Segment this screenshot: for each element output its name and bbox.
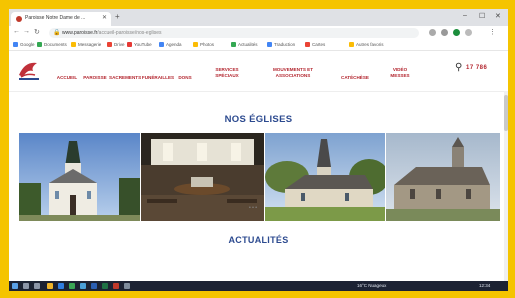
bookmark-item[interactable]: Documents — [37, 42, 67, 48]
bookmark-favicon-icon — [13, 42, 18, 48]
nav-item[interactable]: VIDÉO MESSES — [381, 67, 419, 78]
nav-item[interactable]: PAROISSE — [81, 75, 109, 81]
church-interior-photo[interactable] — [141, 133, 264, 221]
app-icon[interactable] — [113, 283, 119, 289]
bookmark-item[interactable]: Agenda — [159, 42, 182, 48]
bookmark-label: Agenda — [166, 42, 182, 47]
profile-avatar[interactable] — [453, 29, 460, 36]
extension-icon[interactable] — [465, 29, 472, 36]
extension-icon[interactable] — [429, 29, 436, 36]
maximize-icon[interactable]: ☐ — [479, 12, 485, 20]
bookmark-favicon-icon — [349, 42, 354, 48]
bookmark-favicon-icon — [193, 42, 198, 48]
windows-start-icon[interactable] — [12, 283, 18, 289]
bookmark-label: Autres favoris — [356, 42, 384, 47]
nav-item[interactable]: DONS — [175, 75, 195, 81]
bookmark-label: YouTube — [134, 42, 152, 47]
bookmark-item[interactable]: Messagerie — [71, 42, 102, 48]
bookmark-item[interactable]: YouTube — [127, 42, 152, 48]
nav-item[interactable]: CATÉCHÈSE — [337, 75, 373, 81]
tab-close-icon[interactable]: ✕ — [102, 14, 107, 21]
chrome-icon[interactable] — [69, 283, 75, 289]
taskbar: 16°C Nuageux 12:34 — [9, 281, 508, 291]
church-photo[interactable] — [19, 133, 140, 221]
bookmark-favicon-icon — [127, 42, 132, 48]
tab-favicon-icon — [16, 16, 22, 22]
site-header: ACCUEIL PAROISSE SACREMENTS FUNÉRAILLES DONS… — [9, 51, 508, 92]
nav-item[interactable]: SERVICES SPÉCIAUX — [205, 67, 249, 78]
bookmark-favicon-icon — [305, 42, 310, 48]
scrollbar-thumb[interactable] — [504, 95, 508, 131]
app-icon[interactable] — [124, 283, 130, 289]
extension-icon[interactable] — [441, 29, 448, 36]
carousel-dots[interactable]: • • • — [249, 205, 257, 211]
task-view-icon[interactable] — [34, 283, 40, 289]
bookmark-item[interactable]: Actualités — [231, 42, 258, 48]
address-toolbar: ← → ↻ 🔒 www.paroisse.fr/accueil-paroisse… — [9, 26, 508, 41]
weather-text[interactable]: 16°C Nuageux — [357, 283, 386, 288]
browser-window: Paroisse Notre Dame de ... ✕ + – ☐ ✕ ← →… — [9, 9, 508, 291]
bookmarks-bar: Google Documents Messagerie Drive YouTube Age… — [9, 40, 508, 51]
new-tab-button[interactable]: + — [115, 13, 120, 21]
edge-icon[interactable] — [58, 283, 64, 289]
tab-strip: Paroisse Notre Dame de ... ✕ + – ☐ ✕ — [9, 9, 508, 26]
bookmark-label: Google — [20, 42, 35, 47]
bookmark-favicon-icon — [71, 42, 76, 48]
url-text: www.paroisse.fr/accueil-paroisse/nos-egl… — [62, 30, 162, 36]
nav-item[interactable]: FUNÉRAILLES — [141, 75, 175, 81]
mail-icon[interactable] — [80, 283, 86, 289]
church-photo[interactable] — [265, 133, 385, 221]
parish-logo[interactable] — [15, 57, 43, 85]
bookmark-favicon-icon — [107, 42, 112, 48]
search-taskbar-icon[interactable] — [23, 283, 29, 289]
reload-icon[interactable]: ↻ — [34, 28, 40, 36]
section-title: NOS ÉGLISES — [224, 114, 293, 125]
bookmark-item[interactable]: Google — [13, 42, 35, 48]
search-icon[interactable]: ⚲ — [455, 62, 462, 73]
minimize-icon[interactable]: – — [463, 12, 467, 19]
clock-text[interactable]: 12:34 — [479, 283, 490, 288]
bookmark-favicon-icon — [267, 42, 272, 48]
file-explorer-icon[interactable] — [47, 283, 53, 289]
tab-title: Paroisse Notre Dame de ... — [25, 15, 86, 21]
bookmark-item[interactable]: Autres favoris — [349, 42, 384, 48]
lock-icon: 🔒 — [53, 30, 61, 36]
word-icon[interactable] — [91, 283, 97, 289]
menu-icon[interactable]: ⋮ — [489, 28, 496, 36]
bookmark-label: Documents — [44, 42, 67, 47]
bookmark-label: Drive — [114, 42, 125, 47]
excel-icon[interactable] — [102, 283, 108, 289]
bookmark-favicon-icon — [37, 42, 42, 48]
bookmark-label: Photos — [200, 42, 215, 47]
url-host: www.paroisse.fr — [62, 30, 98, 36]
bookmark-label: Traduction — [274, 42, 296, 47]
forward-icon[interactable]: → — [23, 28, 30, 35]
bookmark-item[interactable]: Cartes — [305, 42, 326, 48]
bookmark-label: Actualités — [238, 42, 258, 47]
brand-number: 17 786 — [466, 65, 488, 71]
url-path: /accueil-paroisse/nos-eglises — [97, 30, 162, 36]
close-window-icon[interactable]: ✕ — [495, 12, 501, 20]
bookmark-label: Cartes — [312, 42, 326, 47]
bookmark-favicon-icon — [159, 42, 164, 48]
bookmark-item[interactable]: Photos — [193, 42, 215, 48]
url-input[interactable]: 🔒 www.paroisse.fr/accueil-paroisse/nos-e… — [49, 28, 419, 38]
bookmark-favicon-icon — [231, 42, 236, 48]
bookmark-item[interactable]: Drive — [107, 42, 125, 48]
bookmark-item[interactable]: Traduction — [267, 42, 296, 48]
browser-tab[interactable]: Paroisse Notre Dame de ... ✕ — [11, 12, 111, 26]
bookmark-label: Messagerie — [78, 42, 102, 47]
nav-item[interactable]: MOUVEMENTS ET ASSOCIATIONS — [259, 67, 327, 78]
nav-item[interactable]: ACCUEIL — [55, 75, 79, 81]
nav-item[interactable]: SACREMENTS — [109, 75, 141, 81]
back-icon[interactable]: ← — [13, 28, 20, 35]
church-photo[interactable] — [386, 133, 500, 221]
news-title: ACTUALITÉS — [228, 235, 289, 245]
